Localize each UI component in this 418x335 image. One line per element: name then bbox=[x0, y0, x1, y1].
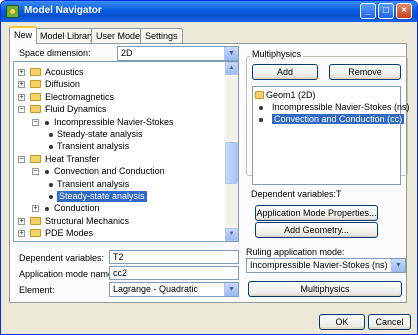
tree-item-label[interactable]: Incompressible Navier-Stokes bbox=[54, 117, 174, 128]
ruling-mode-value: Incompressible Navier-Stokes (ns) bbox=[250, 260, 388, 270]
chevron-down-icon[interactable]: ▼ bbox=[391, 259, 405, 272]
expand-icon[interactable]: + bbox=[18, 69, 25, 76]
application-mode-name-input[interactable] bbox=[109, 266, 239, 280]
expand-icon[interactable]: + bbox=[18, 230, 25, 237]
expand-icon[interactable]: + bbox=[18, 94, 25, 101]
bullet-icon bbox=[45, 207, 49, 211]
multiphysics-list[interactable]: Geom1 (2D) Incompressible Navier-Stokes … bbox=[252, 86, 410, 185]
bullet-icon bbox=[259, 118, 263, 122]
mp-dependent-variables-label: Dependent variables: bbox=[251, 189, 337, 199]
tree-item-label[interactable]: PDE Modes bbox=[45, 228, 93, 239]
folder-icon bbox=[255, 91, 264, 99]
mode-ns[interactable]: Incompressible Navier-Stokes (ns) bbox=[272, 102, 410, 112]
expand-icon[interactable]: + bbox=[18, 218, 25, 225]
geometry-label[interactable]: Geom1 (2D) bbox=[266, 90, 316, 100]
folder-icon bbox=[30, 229, 41, 237]
bullet-icon bbox=[259, 106, 263, 110]
cancel-button[interactable]: Cancel bbox=[368, 314, 411, 330]
folder-icon bbox=[30, 80, 41, 88]
multiphysics-group-label: Multiphysics bbox=[250, 49, 304, 59]
application-mode-name-label: Application mode name: bbox=[19, 269, 116, 279]
folder-icon bbox=[30, 217, 41, 225]
model-navigator-window: Model Navigator _ □ × New Model Library … bbox=[0, 0, 418, 335]
tree-item-label[interactable]: Conduction bbox=[54, 203, 100, 214]
tree-item-label[interactable]: Diffusion bbox=[45, 79, 80, 90]
collapse-icon[interactable]: − bbox=[18, 106, 25, 113]
tab-settings[interactable]: Settings bbox=[140, 28, 183, 43]
chevron-down-icon[interactable]: ▼ bbox=[224, 283, 238, 296]
tree-item-label[interactable]: Structural Mechanics bbox=[45, 216, 129, 227]
application-mode-properties-button[interactable]: Application Mode Properties... bbox=[255, 205, 378, 221]
space-dimension-select[interactable]: 2D ▼ bbox=[117, 46, 239, 61]
collapse-icon[interactable]: − bbox=[32, 168, 39, 175]
collapse-icon[interactable]: − bbox=[18, 156, 25, 163]
tree-item-label[interactable]: Electromagnetics bbox=[45, 92, 114, 103]
bullet-icon bbox=[45, 121, 49, 125]
ruling-mode-label: Ruling application mode: bbox=[246, 247, 345, 257]
minimize-button[interactable]: _ bbox=[360, 3, 376, 19]
title-bar[interactable]: Model Navigator _ □ × bbox=[1, 1, 417, 22]
tree-scrollbar[interactable]: ▲ ▼ bbox=[225, 62, 238, 241]
folder-icon bbox=[30, 93, 41, 101]
tree-item-label[interactable]: Transient analysis bbox=[57, 141, 129, 152]
bullet-icon bbox=[45, 170, 49, 174]
application-mode-tree[interactable]: ▲ ▼ + Acoustics + Diffusion + Electromagnetic… bbox=[13, 61, 239, 242]
dependent-variables-label: Dependent variables: bbox=[19, 253, 105, 263]
window-title: Model Navigator bbox=[24, 5, 102, 16]
folder-icon bbox=[30, 155, 41, 163]
collapse-icon[interactable]: − bbox=[32, 119, 39, 126]
app-icon bbox=[6, 5, 19, 18]
add-button[interactable]: Add bbox=[252, 64, 318, 80]
multiphysics-button[interactable]: Multiphysics bbox=[248, 281, 402, 297]
bullet-icon bbox=[49, 133, 53, 137]
close-button[interactable]: × bbox=[396, 3, 412, 19]
tab-model-library[interactable]: Model Library bbox=[35, 28, 100, 43]
maximize-button[interactable]: □ bbox=[378, 3, 394, 19]
chevron-down-icon[interactable]: ▼ bbox=[224, 47, 238, 60]
scroll-thumb[interactable] bbox=[225, 142, 238, 184]
expand-icon[interactable]: + bbox=[32, 205, 39, 212]
add-geometry-button[interactable]: Add Geometry... bbox=[255, 222, 378, 238]
bullet-icon bbox=[49, 145, 53, 149]
mp-dependent-variables-value: T bbox=[336, 189, 342, 199]
space-dimension-label: Space dimension: bbox=[19, 48, 91, 58]
remove-button[interactable]: Remove bbox=[329, 64, 401, 80]
element-label: Element: bbox=[19, 285, 55, 295]
space-dimension-value: 2D bbox=[121, 48, 133, 58]
expand-icon[interactable]: + bbox=[18, 81, 25, 88]
scroll-up-icon[interactable]: ▲ bbox=[225, 62, 238, 75]
tree-item-label[interactable]: Fluid Dynamics bbox=[45, 104, 107, 115]
tab-new[interactable]: New bbox=[9, 26, 38, 44]
ok-button[interactable]: OK bbox=[319, 314, 365, 330]
tree-item-label[interactable]: Convection and Conduction bbox=[54, 166, 165, 177]
tree-item-label[interactable]: Transient analysis bbox=[57, 179, 129, 190]
bullet-icon bbox=[49, 183, 53, 187]
element-select[interactable]: Lagrange - Quadratic ▼ bbox=[109, 282, 239, 297]
ruling-mode-select[interactable]: Incompressible Navier-Stokes (ns) ▼ bbox=[246, 258, 406, 273]
folder-icon bbox=[30, 68, 41, 76]
bullet-icon bbox=[49, 195, 53, 199]
tree-item-label[interactable]: Acoustics bbox=[45, 67, 84, 78]
tree-item-label[interactable]: Steady-state analysis bbox=[57, 191, 147, 202]
folder-icon bbox=[30, 105, 41, 113]
element-value: Lagrange - Quadratic bbox=[113, 284, 199, 294]
scroll-down-icon[interactable]: ▼ bbox=[225, 228, 238, 241]
tree-item-label[interactable]: Heat Transfer bbox=[45, 154, 100, 165]
mode-cc[interactable]: Convection and Conduction (cc) bbox=[272, 114, 405, 124]
tree-item-label[interactable]: Steady-state analysis bbox=[57, 129, 143, 140]
dependent-variables-input[interactable] bbox=[109, 250, 239, 264]
